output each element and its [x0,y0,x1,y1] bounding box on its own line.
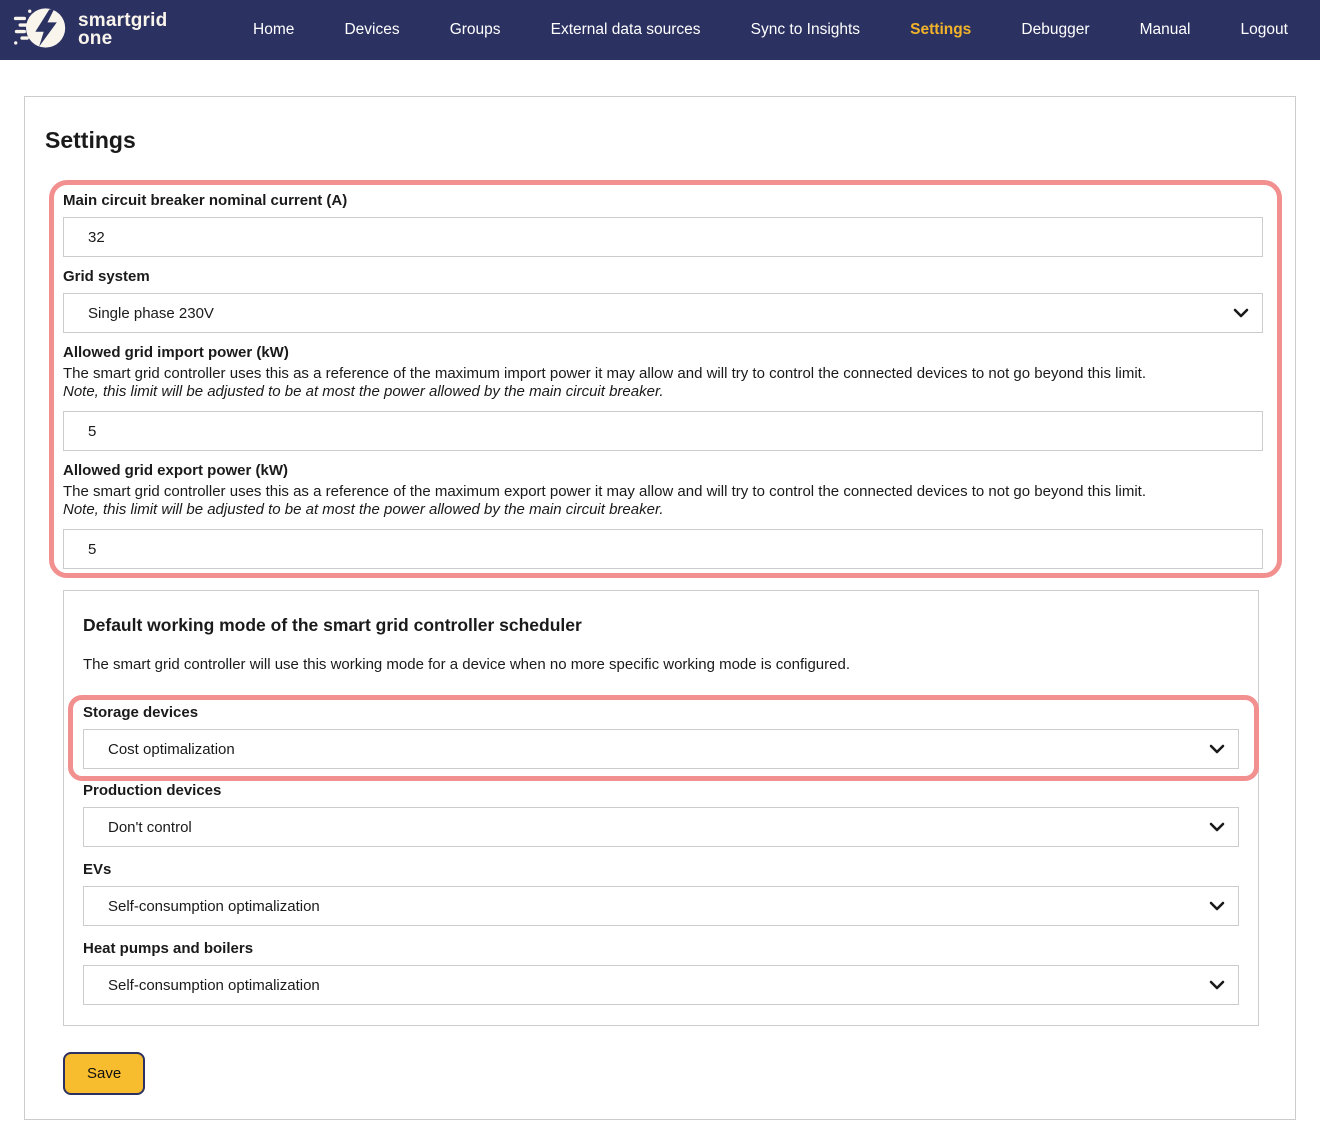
nav-item-sync-to-insights[interactable]: Sync to Insights [751,21,860,39]
production-devices-select[interactable]: Don't control [83,807,1239,847]
page-title: Settings [45,127,1295,154]
settings-card: Settings Main circuit breaker nominal cu… [24,96,1296,1120]
storage-devices-annotation: Storage devices Cost optimalization [68,695,1259,781]
export-power-label: Allowed grid export power (kW) [63,462,1263,479]
storage-devices-label: Storage devices [83,704,1239,721]
evs-select-wrap: Self-consumption optimalization [83,886,1239,926]
import-power-description: The smart grid controller uses this as a… [63,365,1263,383]
main-breaker-input[interactable] [63,217,1263,257]
working-mode-description: The smart grid controller will use this … [83,656,1239,673]
storage-devices-select[interactable]: Cost optimalization [83,729,1239,769]
nav-item-manual[interactable]: Manual [1140,21,1191,39]
storage-devices-select-wrap: Cost optimalization [83,729,1239,769]
nav-item-external-data-sources[interactable]: External data sources [551,21,701,39]
nav-item-home[interactable]: Home [253,21,294,39]
import-power-label: Allowed grid import power (kW) [63,344,1263,361]
export-power-description: The smart grid controller uses this as a… [63,483,1263,501]
grid-settings-section-annotation: Main circuit breaker nominal current (A)… [49,180,1282,578]
nav-links: Home Devices Groups External data source… [205,21,1320,39]
import-power-note: Note, this limit will be adjusted to be … [63,383,1263,401]
heat-pumps-select[interactable]: Self-consumption optimalization [83,965,1239,1005]
grid-system-select[interactable]: Single phase 230V [63,293,1263,333]
heat-pumps-label: Heat pumps and boilers [83,940,1239,957]
brand-name: smartgrid one [78,12,167,48]
import-power-input[interactable] [63,411,1263,451]
top-navbar: smartgrid one Home Devices Groups Extern… [0,0,1320,60]
evs-label: EVs [83,861,1239,878]
brand-logo[interactable]: smartgrid one [0,4,205,57]
evs-select[interactable]: Self-consumption optimalization [83,886,1239,926]
save-button[interactable]: Save [63,1052,145,1095]
production-devices-select-wrap: Don't control [83,807,1239,847]
nav-item-debugger[interactable]: Debugger [1021,21,1089,39]
nav-item-groups[interactable]: Groups [450,21,501,39]
working-mode-title: Default working mode of the smart grid c… [83,615,1239,636]
main-breaker-label: Main circuit breaker nominal current (A) [63,192,1263,209]
grid-system-select-wrap: Single phase 230V [63,293,1263,333]
working-mode-section: Default working mode of the smart grid c… [63,590,1259,1026]
nav-item-settings[interactable]: Settings [910,21,971,39]
heat-pumps-select-wrap: Self-consumption optimalization [83,965,1239,1005]
smartgrid-logo-icon [12,4,68,57]
grid-system-label: Grid system [63,268,1263,285]
production-devices-label: Production devices [83,782,1239,799]
export-power-note: Note, this limit will be adjusted to be … [63,501,1263,519]
nav-item-devices[interactable]: Devices [344,21,399,39]
export-power-input[interactable] [63,529,1263,569]
nav-item-logout[interactable]: Logout [1241,21,1288,39]
